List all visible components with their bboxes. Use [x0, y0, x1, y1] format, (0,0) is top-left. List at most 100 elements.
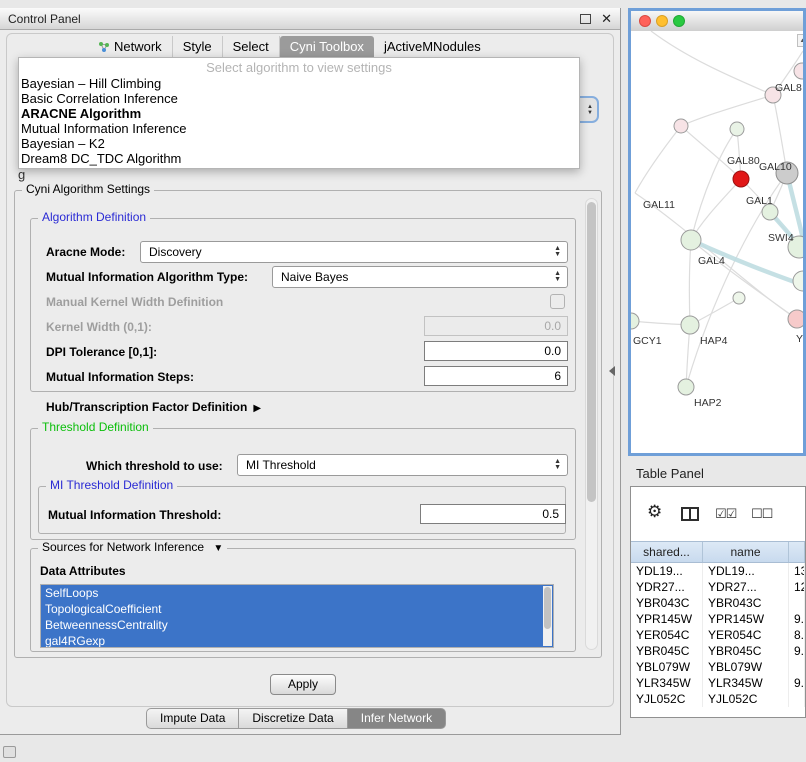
- tab-select[interactable]: Select: [223, 36, 280, 57]
- table-body: YDL19... YDL19... 13 YDR27... YDR27... 1…: [631, 563, 805, 717]
- control-panel-titlebar[interactable]: Control Panel ✕: [0, 8, 620, 30]
- tab-infer-network[interactable]: Infer Network: [347, 708, 446, 729]
- network-node[interactable]: [631, 313, 639, 329]
- node-label: GAL4: [698, 255, 725, 267]
- close-window-icon[interactable]: ✕: [601, 13, 612, 25]
- attribute-item-selected[interactable]: gal4RGexp: [41, 633, 553, 648]
- dropdown-item[interactable]: Basic Correlation Inference: [19, 91, 579, 106]
- settings-scrollbar[interactable]: [585, 198, 598, 650]
- dpi-tolerance-field[interactable]: 0.0: [424, 341, 568, 361]
- dropdown-item[interactable]: Dream8 DC_TDC Algorithm: [19, 151, 579, 166]
- attributes-scrollbar[interactable]: [543, 586, 552, 646]
- obscured-label-fragment: g: [18, 167, 25, 182]
- node-label: GAL8: [775, 82, 802, 94]
- network-graph[interactable]: GAL8 GAL80 GAL10 GAL11 GAL1 SWI4 GAL4 GC…: [631, 31, 803, 453]
- node-label: HAP2: [694, 397, 722, 409]
- cell: YDL19...: [703, 563, 789, 579]
- attribute-item-selected[interactable]: TopologicalCoefficient: [41, 601, 553, 617]
- mi-threshold-field[interactable]: 0.5: [420, 504, 566, 524]
- which-threshold-combobox[interactable]: MI Threshold ▲▼: [237, 454, 568, 476]
- sources-toggle[interactable]: Sources for Network Inference ▼: [38, 540, 227, 554]
- cell: YBR045C: [703, 643, 789, 659]
- mi-steps-field[interactable]: 6: [424, 366, 568, 386]
- network-node[interactable]: [678, 379, 694, 395]
- cell: 9.: [789, 643, 805, 659]
- combobox-arrows-icon: ▲▼: [554, 271, 561, 283]
- data-attributes-list[interactable]: SelfLoops TopologicalCoefficient Between…: [40, 584, 554, 648]
- table-row[interactable]: YER054C YER054C 8.: [631, 627, 805, 643]
- network-node-selected[interactable]: [733, 171, 749, 187]
- dropdown-item[interactable]: Bayesian – Hill Climbing: [19, 76, 579, 91]
- column-header-name[interactable]: name: [703, 542, 789, 562]
- network-node[interactable]: [794, 63, 803, 79]
- close-traffic-light-icon[interactable]: [639, 15, 651, 27]
- network-node[interactable]: [733, 292, 745, 304]
- columns-icon[interactable]: [681, 507, 699, 521]
- mi-steps-label: Mutual Information Steps:: [46, 370, 194, 384]
- cell: YDR27...: [631, 579, 703, 595]
- tab-impute-data[interactable]: Impute Data: [146, 708, 239, 729]
- table-row[interactable]: YBL079W YBL079W: [631, 659, 805, 675]
- cell: 13: [789, 563, 805, 579]
- minimized-panel-icon[interactable]: [3, 746, 16, 758]
- cell: YER054C: [631, 627, 703, 643]
- data-attributes-label: Data Attributes: [40, 564, 126, 578]
- table-row[interactable]: YBR043C YBR043C: [631, 595, 805, 611]
- attributes-scrollbar-thumb[interactable]: [544, 587, 551, 629]
- cell: 9.: [789, 611, 805, 627]
- settings-scrollbar-thumb[interactable]: [587, 202, 596, 502]
- network-node[interactable]: [730, 122, 744, 136]
- combobox-arrows-icon: ▲▼: [554, 246, 561, 258]
- expanded-arrow-icon[interactable]: ▼: [213, 543, 223, 554]
- network-view-window: GAL8 GAL80 GAL10 GAL11 GAL1 SWI4 GAL4 GC…: [628, 8, 806, 456]
- network-node[interactable]: [793, 271, 803, 291]
- apply-button[interactable]: Apply: [270, 674, 336, 695]
- table-row[interactable]: YJL052C YJL052C: [631, 691, 805, 707]
- aracne-mode-combobox[interactable]: Discovery ▲▼: [140, 241, 568, 263]
- manual-kernel-width-checkbox[interactable]: [550, 294, 565, 309]
- dropdown-item[interactable]: Bayesian – K2: [19, 136, 579, 151]
- scroll-up-button[interactable]: ▲: [797, 34, 803, 47]
- attribute-item-selected[interactable]: BetweennessCentrality: [41, 617, 553, 633]
- panel-collapse-arrow[interactable]: [609, 366, 615, 376]
- network-node[interactable]: [788, 310, 803, 328]
- table-row[interactable]: YLR345W YLR345W 9.: [631, 675, 805, 691]
- cell: [789, 659, 805, 675]
- mi-algorithm-type-value: Naive Bayes: [281, 270, 348, 284]
- cell: YJL052C: [631, 691, 703, 707]
- tab-jactivemnodules[interactable]: jActiveMNodules: [374, 36, 491, 57]
- zoom-traffic-light-icon[interactable]: [673, 15, 685, 27]
- dropdown-item[interactable]: Mutual Information Inference: [19, 121, 579, 136]
- network-node[interactable]: [674, 119, 688, 133]
- column-header-partial[interactable]: [789, 542, 805, 562]
- tab-style[interactable]: Style: [173, 36, 223, 57]
- cell: YDL19...: [631, 563, 703, 579]
- float-window-icon[interactable]: [580, 14, 591, 24]
- table-row[interactable]: YPR145W YPR145W 9.: [631, 611, 805, 627]
- table-row[interactable]: YDR27... YDR27... 12: [631, 579, 805, 595]
- tab-discretize-data[interactable]: Discretize Data: [238, 708, 347, 729]
- network-node[interactable]: [681, 230, 701, 250]
- hub-definition-toggle[interactable]: Hub/Transcription Factor Definition▶: [46, 400, 261, 414]
- tab-network[interactable]: Network: [88, 36, 173, 57]
- network-canvas[interactable]: GAL8 GAL80 GAL10 GAL11 GAL1 SWI4 GAL4 GC…: [631, 31, 803, 453]
- network-window-titlebar[interactable]: [631, 11, 803, 32]
- gear-icon[interactable]: ⚙: [647, 503, 662, 521]
- table-row[interactable]: YDL19... YDL19... 13: [631, 563, 805, 579]
- network-node[interactable]: [681, 316, 699, 334]
- minimize-traffic-light-icon[interactable]: [656, 15, 668, 27]
- cell: YBL079W: [631, 659, 703, 675]
- deselect-all-icon[interactable]: ☐☐: [751, 506, 772, 522]
- cell: YBR043C: [631, 595, 703, 611]
- column-header-shared-name[interactable]: shared...: [631, 542, 703, 562]
- table-row[interactable]: YBR045C YBR045C 9.: [631, 643, 805, 659]
- cell: [789, 691, 805, 707]
- collapsed-arrow-icon[interactable]: ▶: [253, 403, 261, 414]
- mi-algorithm-type-combobox[interactable]: Naive Bayes ▲▼: [272, 266, 568, 288]
- dropdown-item-selected[interactable]: ARACNE Algorithm: [19, 106, 579, 121]
- combobox-arrows-icon: ▲▼: [554, 459, 561, 471]
- attribute-item-selected[interactable]: SelfLoops: [41, 585, 553, 601]
- select-all-icon[interactable]: ☑☑: [715, 506, 736, 522]
- tab-cyni-toolbox[interactable]: Cyni Toolbox: [280, 36, 374, 57]
- kernel-width-field[interactable]: 0.0: [424, 316, 568, 336]
